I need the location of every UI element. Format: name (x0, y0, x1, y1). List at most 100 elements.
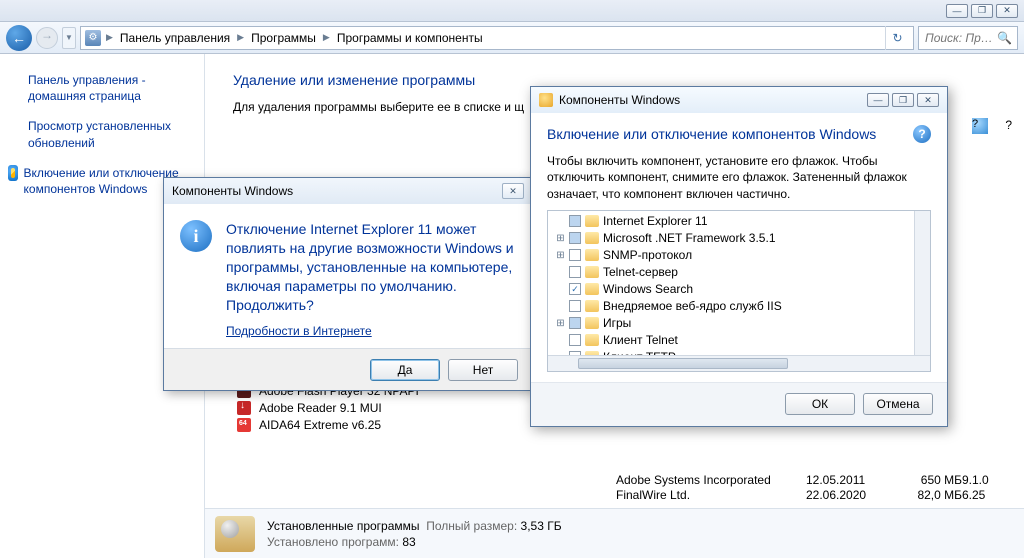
maximize-button[interactable] (892, 93, 914, 107)
checkbox-icon[interactable] (569, 232, 581, 244)
program-name: AIDA64 Extreme v6.25 (259, 418, 381, 432)
details-online-link[interactable]: Подробности в Интернете (226, 324, 372, 338)
publisher-cell: Adobe Systems Incorporated (616, 473, 806, 487)
status-total-label: Полный размер: (426, 519, 517, 533)
help-icon[interactable]: ? (1005, 118, 1012, 132)
checkbox-icon[interactable] (569, 334, 581, 346)
checkbox-icon[interactable] (569, 249, 581, 261)
tree-item[interactable]: ⊞ Microsoft .NET Framework 3.5.1 (548, 230, 930, 247)
help-icon[interactable]: ? (972, 118, 988, 134)
ok-button[interactable]: ОК (785, 393, 855, 415)
control-panel-icon: ⚙ (85, 30, 101, 46)
dialog-title: Компоненты Windows (172, 184, 293, 198)
tree-item-label: Windows Search (603, 282, 693, 296)
tree-item[interactable]: Telnet-сервер (548, 264, 930, 281)
window-titlebar (0, 0, 1024, 22)
chevron-right-icon: ▶ (234, 32, 247, 43)
dialog-message: Отключение Internet Explorer 11 может по… (226, 220, 516, 314)
folder-icon (585, 215, 599, 227)
dialog-close-button[interactable]: ✕ (502, 183, 524, 199)
vertical-scrollbar[interactable] (914, 211, 930, 355)
tree-item-label: Microsoft .NET Framework 3.5.1 (603, 231, 776, 245)
horizontal-scrollbar[interactable] (548, 355, 930, 371)
size-cell: 650 МБ (892, 473, 962, 487)
breadcrumb-seg-2[interactable]: Программы (249, 31, 318, 45)
tree-item[interactable]: Внедряемое веб-ядро служб IIS (548, 298, 930, 315)
tree-item-label: Клиент Telnet (603, 333, 678, 347)
expand-icon[interactable]: ⊞ (556, 318, 565, 329)
features-dialog: Компоненты Windows ? Включение или отклю… (530, 86, 948, 427)
chevron-right-icon: ▶ (103, 32, 116, 43)
folder-icon (585, 283, 599, 295)
status-count-value: 83 (402, 535, 415, 549)
program-details-columns: Adobe Systems Incorporated 12.05.2011 65… (616, 473, 1012, 502)
tree-item-label: SNMP-протокол (603, 248, 692, 262)
tree-item-label: Игры (603, 316, 631, 330)
tree-item[interactable]: Клиент Telnet (548, 332, 930, 349)
status-title: Установленные программы (267, 519, 420, 533)
version-cell: 6.25 (962, 488, 1012, 502)
maximize-button[interactable] (971, 4, 993, 18)
confirm-dialog: Компоненты Windows ✕ i Отключение Intern… (163, 177, 533, 391)
dialog-titlebar[interactable]: Компоненты Windows ✕ (164, 178, 532, 204)
tree-item[interactable]: Windows Search (548, 281, 930, 298)
expand-icon[interactable]: ⊞ (556, 233, 565, 244)
shield-icon (8, 165, 18, 181)
status-count-label: Установлено программ: (267, 535, 399, 549)
close-button[interactable] (917, 93, 939, 107)
program-name: Adobe Reader 9.1 MUI (259, 401, 382, 415)
publisher-cell: FinalWire Ltd. (616, 488, 806, 502)
checkbox-icon[interactable] (569, 266, 581, 278)
search-input[interactable] (923, 30, 993, 46)
checkbox-icon[interactable] (569, 317, 581, 329)
folder-icon (585, 232, 599, 244)
tree-item[interactable]: ⊞ SNMP-протокол (548, 247, 930, 264)
tree-item[interactable]: ⊞ Игры (548, 315, 930, 332)
folder-icon (585, 266, 599, 278)
help-icon[interactable]: ? (913, 125, 931, 143)
features-heading: Включение или отключение компонентов Win… (547, 125, 931, 143)
features-tree[interactable]: Internet Explorer 11 ⊞ Microsoft .NET Fra… (547, 210, 931, 372)
tree-item[interactable]: Internet Explorer 11 (548, 213, 930, 230)
app-icon (237, 401, 251, 415)
minimize-button[interactable] (867, 93, 889, 107)
tree-item-label: Telnet-сервер (603, 265, 678, 279)
programs-icon (215, 516, 255, 552)
folder-icon (585, 249, 599, 261)
search-icon[interactable]: 🔍 (997, 31, 1012, 45)
checkbox-icon[interactable] (569, 215, 581, 227)
status-total-value: 3,53 ГБ (521, 519, 562, 533)
status-bar: Установленные программы Полный размер: 3… (205, 508, 1024, 558)
sidebar-link-updates[interactable]: Просмотр установленных обновлений (28, 118, 192, 150)
search-box[interactable]: 🔍 (918, 26, 1018, 50)
expand-icon[interactable]: ⊞ (556, 250, 565, 261)
sidebar-link-home[interactable]: Панель управления - домашняя страница (28, 72, 192, 104)
checkbox-icon[interactable] (569, 283, 581, 295)
window-icon (539, 93, 553, 107)
scrollbar-thumb[interactable] (578, 358, 788, 369)
size-cell: 82,0 МБ (892, 488, 962, 502)
breadcrumb-seg-1[interactable]: Панель управления (118, 31, 232, 45)
navigation-bar: ← → ▼ ⚙ ▶ Панель управления ▶ Программы … (0, 22, 1024, 54)
refresh-icon[interactable]: ↻ (885, 26, 909, 50)
minimize-button[interactable] (946, 4, 968, 18)
no-button[interactable]: Нет (448, 359, 518, 381)
folder-icon (585, 300, 599, 312)
dialog-title: Компоненты Windows (559, 93, 680, 107)
chevron-right-icon: ▶ (320, 32, 333, 43)
folder-icon (585, 317, 599, 329)
app-icon (237, 418, 251, 432)
folder-icon (585, 334, 599, 346)
version-cell: 9.1.0 (962, 473, 1012, 487)
close-button[interactable] (996, 4, 1018, 18)
nav-back-button[interactable]: ← (6, 25, 32, 51)
checkbox-icon[interactable] (569, 300, 581, 312)
info-icon: i (180, 220, 212, 252)
breadcrumb-seg-3[interactable]: Программы и компоненты (335, 31, 485, 45)
dialog-titlebar[interactable]: Компоненты Windows (531, 87, 947, 113)
yes-button[interactable]: Да (370, 359, 440, 381)
date-cell: 12.05.2011 (806, 473, 892, 487)
cancel-button[interactable]: Отмена (863, 393, 933, 415)
breadcrumb-bar[interactable]: ⚙ ▶ Панель управления ▶ Программы ▶ Прог… (80, 26, 914, 50)
nav-history-dropdown[interactable]: ▼ (62, 27, 76, 49)
